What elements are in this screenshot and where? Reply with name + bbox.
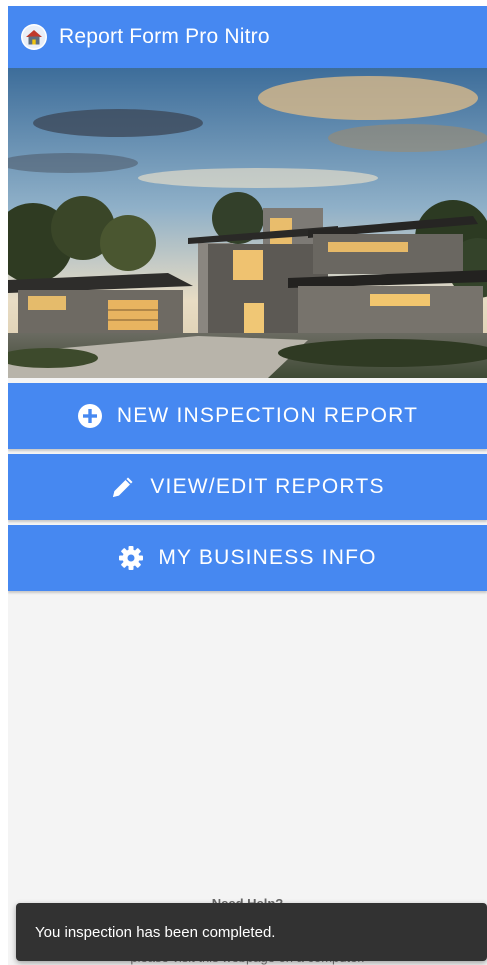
view-edit-reports-label: VIEW/EDIT REPORTS (150, 475, 385, 498)
app-screen: Report Form Pro Nitro NEW INSPECTION REP… (8, 6, 487, 965)
toast-message: You inspection has been completed. (35, 923, 276, 941)
new-inspection-report-label: NEW INSPECTION REPORT (116, 404, 419, 427)
gear-icon (118, 545, 144, 571)
my-business-info-button[interactable]: MY BUSINESS INFO (8, 525, 487, 591)
house-logo-icon (19, 22, 49, 52)
app-bar: Report Form Pro Nitro (8, 6, 487, 68)
hero-house-image (8, 68, 487, 378)
app-title: Report Form Pro Nitro (59, 25, 270, 48)
snackbar-toast: You inspection has been completed. (16, 903, 487, 961)
new-inspection-report-button[interactable]: NEW INSPECTION REPORT (8, 383, 487, 449)
my-business-info-label: MY BUSINESS INFO (158, 546, 377, 569)
pencil-icon (110, 474, 136, 500)
view-edit-reports-button[interactable]: VIEW/EDIT REPORTS (8, 454, 487, 520)
plus-circle-icon (77, 403, 103, 429)
